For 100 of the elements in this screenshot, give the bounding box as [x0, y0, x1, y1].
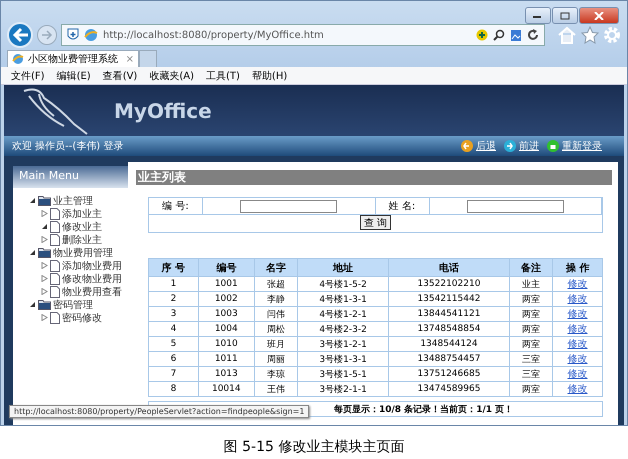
document-icon: [50, 234, 60, 246]
field-label: 编 号:: [149, 198, 203, 215]
maximize-button[interactable]: [552, 7, 578, 24]
address-text: http://localhost:8080/property/MyOffice.htm: [103, 30, 325, 40]
table-cell: 张超: [254, 276, 298, 292]
document-icon: [50, 272, 60, 284]
table-cell: 王伟: [254, 382, 298, 396]
tree-item[interactable]: 添加业主: [62, 206, 102, 220]
tree-item[interactable]: 添加物业费用: [62, 258, 122, 272]
menu-item[interactable]: 收藏夹(A): [149, 68, 194, 82]
collapsed-triangle-icon[interactable]: [41, 262, 48, 269]
maximize-icon: [560, 12, 570, 20]
expanded-triangle-icon[interactable]: [29, 301, 36, 308]
folder-icon: [38, 195, 51, 206]
tree-item[interactable]: 物业费用查看: [62, 284, 122, 298]
column-header: 序 号: [148, 258, 198, 276]
refresh-icon[interactable]: [527, 29, 539, 41]
collapsed-triangle-icon[interactable]: [41, 314, 48, 321]
tree-item[interactable]: 密码修改: [62, 310, 102, 324]
table-cell: 5: [148, 336, 198, 352]
menu-item[interactable]: 编辑(E): [56, 68, 91, 82]
tab-title: 小区物业费管理系统: [28, 52, 118, 66]
search-icon[interactable]: [493, 29, 505, 41]
table-cell: 两室: [509, 306, 553, 322]
table-cell: 3: [148, 306, 198, 322]
nav-link[interactable]: 重新登录: [547, 139, 602, 153]
table-cell: 1001: [198, 276, 254, 292]
table-cell: 10014: [198, 382, 254, 396]
folder-icon: [38, 247, 51, 258]
expanded-triangle-icon[interactable]: [41, 223, 48, 230]
star-icon[interactable]: [581, 26, 599, 44]
menu-item[interactable]: 帮助(H): [252, 68, 288, 82]
table-cell: 2: [148, 292, 198, 306]
menu-item[interactable]: 文件(F): [11, 68, 45, 82]
tab-close-button[interactable]: ×: [126, 54, 134, 64]
menu-item[interactable]: 查看(V): [102, 68, 138, 82]
nav-link[interactable]: 前进: [504, 139, 539, 153]
table-cell: 13522102210: [388, 276, 510, 292]
expanded-triangle-icon[interactable]: [29, 197, 36, 204]
collapsed-triangle-icon[interactable]: [41, 275, 48, 282]
input-field[interactable]: [466, 200, 564, 212]
welcome-text: 欢迎 操作员--(李伟) 登录: [12, 140, 124, 153]
column-header: 电话: [388, 258, 510, 276]
table-cell: 13844541121: [388, 306, 510, 322]
globe-icon: [84, 28, 98, 42]
document-icon: [50, 208, 60, 220]
nav-link[interactable]: 后退: [461, 139, 496, 153]
table-cell: 7: [148, 366, 198, 382]
table-cell: 13751246685: [388, 366, 510, 382]
table-cell: 4号楼1-3-1: [298, 292, 389, 306]
tree-item[interactable]: 物业费用管理: [53, 246, 113, 260]
tree-item[interactable]: 密码管理: [53, 298, 93, 312]
table-cell: 两室: [509, 322, 553, 336]
close-icon: [594, 12, 604, 20]
collapsed-triangle-icon[interactable]: [41, 288, 48, 295]
table-cell: 3号楼2-1-1: [298, 382, 389, 396]
table-cell: 1010: [198, 336, 254, 352]
table-cell: 1013: [198, 366, 254, 382]
address-bar[interactable]: http://localhost:8080/property/MyOffice.htm: [61, 24, 545, 46]
table-cell: 李琼: [254, 366, 298, 382]
table-cell: 4号楼1-2-1: [298, 306, 389, 322]
table-cell: 李静: [254, 292, 298, 306]
table-cell: 三室: [509, 366, 553, 382]
search-button[interactable]: 查 询: [360, 215, 391, 230]
close-button[interactable]: [579, 7, 619, 24]
column-header: 地址: [298, 258, 389, 276]
table-cell: 两室: [509, 292, 553, 306]
document-icon: [50, 220, 60, 232]
figure-caption: 图 5-15 修改业主模块主页面: [222, 438, 406, 456]
column-header: 名字: [254, 258, 298, 276]
tree-item[interactable]: 修改业主: [62, 220, 102, 234]
table-cell: 1003: [198, 306, 254, 322]
collapsed-triangle-icon[interactable]: [41, 236, 48, 243]
tree-item[interactable]: 业主管理: [53, 194, 93, 208]
left-arrow-icon: [461, 140, 473, 152]
shield-icon: [67, 28, 79, 42]
folder-icon: [38, 299, 51, 310]
back-button[interactable]: [7, 22, 33, 48]
status-url-tooltip: http://localhost:8080/property/PeopleServlet?action=findpeople&sign=1: [9, 405, 310, 418]
table-cell: 1011: [198, 352, 254, 366]
table-cell: 13748548854: [388, 322, 510, 336]
table-cell: 4: [148, 322, 198, 336]
browser-tab[interactable]: 小区物业费管理系统 ×: [7, 50, 139, 67]
table-cell: 1002: [198, 292, 254, 306]
tree-item[interactable]: 修改物业费用: [62, 272, 122, 286]
input-field[interactable]: [240, 200, 338, 212]
collapsed-triangle-icon[interactable]: [41, 210, 48, 217]
tree-item[interactable]: 删除业主: [62, 232, 102, 246]
table-cell: 4号楼1-5-2: [298, 276, 389, 292]
table-cell: 业主: [509, 276, 553, 292]
table-cell: 周松: [254, 322, 298, 336]
table-cell: 13474589965: [388, 382, 510, 396]
minimize-button[interactable]: [525, 7, 551, 24]
expanded-triangle-icon[interactable]: [29, 249, 36, 256]
panel-title: Main Menu: [13, 166, 128, 188]
table-cell: 3号楼1-2-1: [298, 336, 389, 352]
column-header: 编号: [198, 258, 254, 276]
document-icon: [50, 312, 60, 324]
menu-item[interactable]: 工具(T): [206, 68, 240, 82]
forward-button[interactable]: [37, 25, 57, 45]
